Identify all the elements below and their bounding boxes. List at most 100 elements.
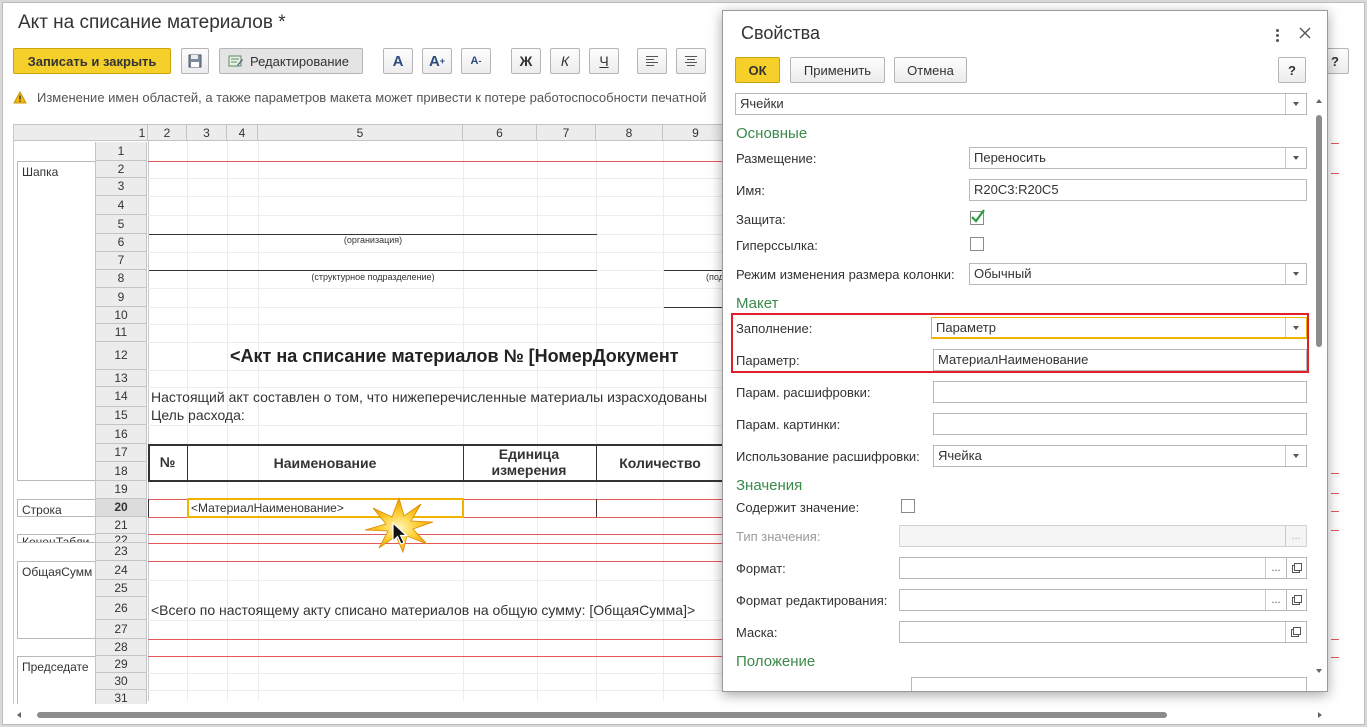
row-header[interactable]: 12: [95, 342, 147, 370]
row-header[interactable]: 15: [95, 407, 147, 425]
font-increase-button[interactable]: A +: [422, 48, 452, 74]
col-header-2[interactable]: 2: [148, 124, 187, 141]
save-button[interactable]: [181, 48, 209, 74]
edit-format-open-button[interactable]: [1286, 589, 1307, 611]
italic-button[interactable]: К: [550, 48, 580, 74]
row-header-active[interactable]: 20: [95, 499, 147, 517]
chevron-down-icon[interactable]: [1285, 446, 1306, 466]
filling-select[interactable]: Параметр: [931, 317, 1307, 339]
open-window-icon[interactable]: [1285, 622, 1306, 642]
total-sum-text: <Всего по настоящему акту списано матери…: [151, 602, 696, 618]
apply-button[interactable]: Применить: [790, 57, 885, 83]
area-total-sum[interactable]: ОбщаяСумм: [17, 561, 95, 639]
font-size-larger-button[interactable]: A: [383, 48, 413, 74]
row-header[interactable]: 22: [95, 534, 147, 543]
parameter-field[interactable]: МатериалНаименование: [933, 349, 1307, 371]
row-header[interactable]: 14: [95, 387, 147, 407]
row-header[interactable]: 24: [95, 561, 147, 580]
row-header[interactable]: 30: [95, 673, 147, 690]
row-header[interactable]: 31: [95, 690, 147, 704]
area-chairman[interactable]: Председате: [17, 656, 95, 704]
horizontal-scrollbar[interactable]: [17, 708, 1322, 718]
edit-mode-button[interactable]: Редактирование: [219, 48, 363, 74]
close-icon[interactable]: [1299, 27, 1311, 39]
col-header-5[interactable]: 5: [258, 124, 463, 141]
row-header[interactable]: 7: [95, 252, 147, 270]
hyperlink-label: Гиперссылка:: [736, 238, 818, 253]
row-header[interactable]: 29: [95, 656, 147, 673]
drill-use-select[interactable]: Ячейка: [933, 445, 1307, 467]
corner-cell: [14, 124, 96, 141]
row-header[interactable]: 4: [95, 196, 147, 215]
col-header-7[interactable]: 7: [537, 124, 596, 141]
row-header[interactable]: 27: [95, 620, 147, 639]
col-header-1[interactable]: 1: [137, 124, 148, 141]
row-header[interactable]: 19: [95, 481, 147, 499]
row-header[interactable]: 2: [95, 161, 147, 178]
column-resize-select[interactable]: Обычный: [969, 263, 1307, 285]
placement-select[interactable]: Переносить: [969, 147, 1307, 169]
ellipsis-button[interactable]: ...: [1265, 558, 1286, 578]
protection-label: Защита:: [736, 212, 786, 227]
picture-param-field[interactable]: [933, 413, 1307, 435]
row-header[interactable]: 8: [95, 270, 147, 288]
parameter-label: Параметр:: [736, 353, 800, 368]
font-decrease-button[interactable]: A-: [461, 48, 491, 74]
row-header[interactable]: 16: [95, 425, 147, 444]
row-header[interactable]: 10: [95, 307, 147, 324]
row-header[interactable]: 5: [95, 215, 147, 234]
row-header[interactable]: 23: [95, 543, 147, 561]
align-left-button[interactable]: [637, 48, 667, 74]
col-header-8[interactable]: 8: [596, 124, 663, 141]
row-header[interactable]: 17: [95, 444, 147, 462]
mask-field[interactable]: [899, 621, 1307, 643]
ok-button[interactable]: ОК: [735, 57, 780, 83]
name-field[interactable]: R20C3:R20C5: [969, 179, 1307, 201]
row-header[interactable]: 1: [95, 142, 147, 161]
bold-button[interactable]: Ж: [511, 48, 541, 74]
cancel-button[interactable]: Отмена: [894, 57, 967, 83]
row-header[interactable]: 3: [95, 178, 147, 196]
spreadsheet[interactable]: 1 2 3 4 5 6 7 8 9 1 2 3 4 5 6 7 8 9 10 1…: [13, 124, 728, 704]
align-center-button[interactable]: [676, 48, 706, 74]
format-field[interactable]: ...: [899, 557, 1287, 579]
dialog-vertical-scrollbar[interactable]: [1315, 99, 1323, 679]
ellipsis-button[interactable]: ...: [1265, 590, 1286, 610]
col-header-9[interactable]: 9: [663, 124, 728, 141]
column-resize-label: Режим изменения размера колонки:: [736, 267, 955, 282]
col-header-4[interactable]: 4: [227, 124, 258, 141]
save-and-close-button[interactable]: Записать и закрыть: [13, 48, 171, 74]
row-header[interactable]: 13: [95, 370, 147, 387]
protection-checkbox[interactable]: [970, 209, 985, 225]
area-row[interactable]: Строка: [17, 499, 95, 517]
row-header[interactable]: 26: [95, 597, 147, 620]
mask-label: Маска:: [736, 625, 778, 640]
chevron-down-icon[interactable]: [1285, 318, 1306, 337]
chevron-down-icon[interactable]: [1285, 148, 1306, 168]
chevron-down-icon[interactable]: [1285, 264, 1306, 284]
more-menu-icon[interactable]: [1271, 27, 1283, 43]
row-header[interactable]: 11: [95, 324, 147, 342]
underline-button[interactable]: Ч: [589, 48, 619, 74]
col-header-3[interactable]: 3: [187, 124, 227, 141]
row-header[interactable]: 9: [95, 288, 147, 307]
row-header[interactable]: 18: [95, 462, 147, 481]
chevron-down-icon[interactable]: [1285, 94, 1306, 114]
format-open-button[interactable]: [1286, 557, 1307, 579]
hyperlink-checkbox[interactable]: [970, 237, 984, 251]
row-header[interactable]: 25: [95, 580, 147, 597]
edit-format-field[interactable]: ...: [899, 589, 1287, 611]
area-header[interactable]: Шапка: [17, 161, 95, 481]
dialog-help-button[interactable]: ?: [1278, 57, 1306, 83]
contains-value-checkbox[interactable]: [901, 499, 915, 513]
row-header[interactable]: 28: [95, 639, 147, 656]
drill-param-label: Парам. расшифровки:: [736, 385, 871, 400]
row-header[interactable]: 6: [95, 234, 147, 252]
object-type-select[interactable]: Ячейки: [735, 93, 1307, 115]
position-field-partial[interactable]: [911, 677, 1307, 691]
drill-param-field[interactable]: [933, 381, 1307, 403]
row-header[interactable]: 21: [95, 517, 147, 534]
area-table-end[interactable]: КонецТабли: [17, 534, 95, 543]
open-window-icon: [1291, 563, 1302, 573]
col-header-6[interactable]: 6: [463, 124, 537, 141]
